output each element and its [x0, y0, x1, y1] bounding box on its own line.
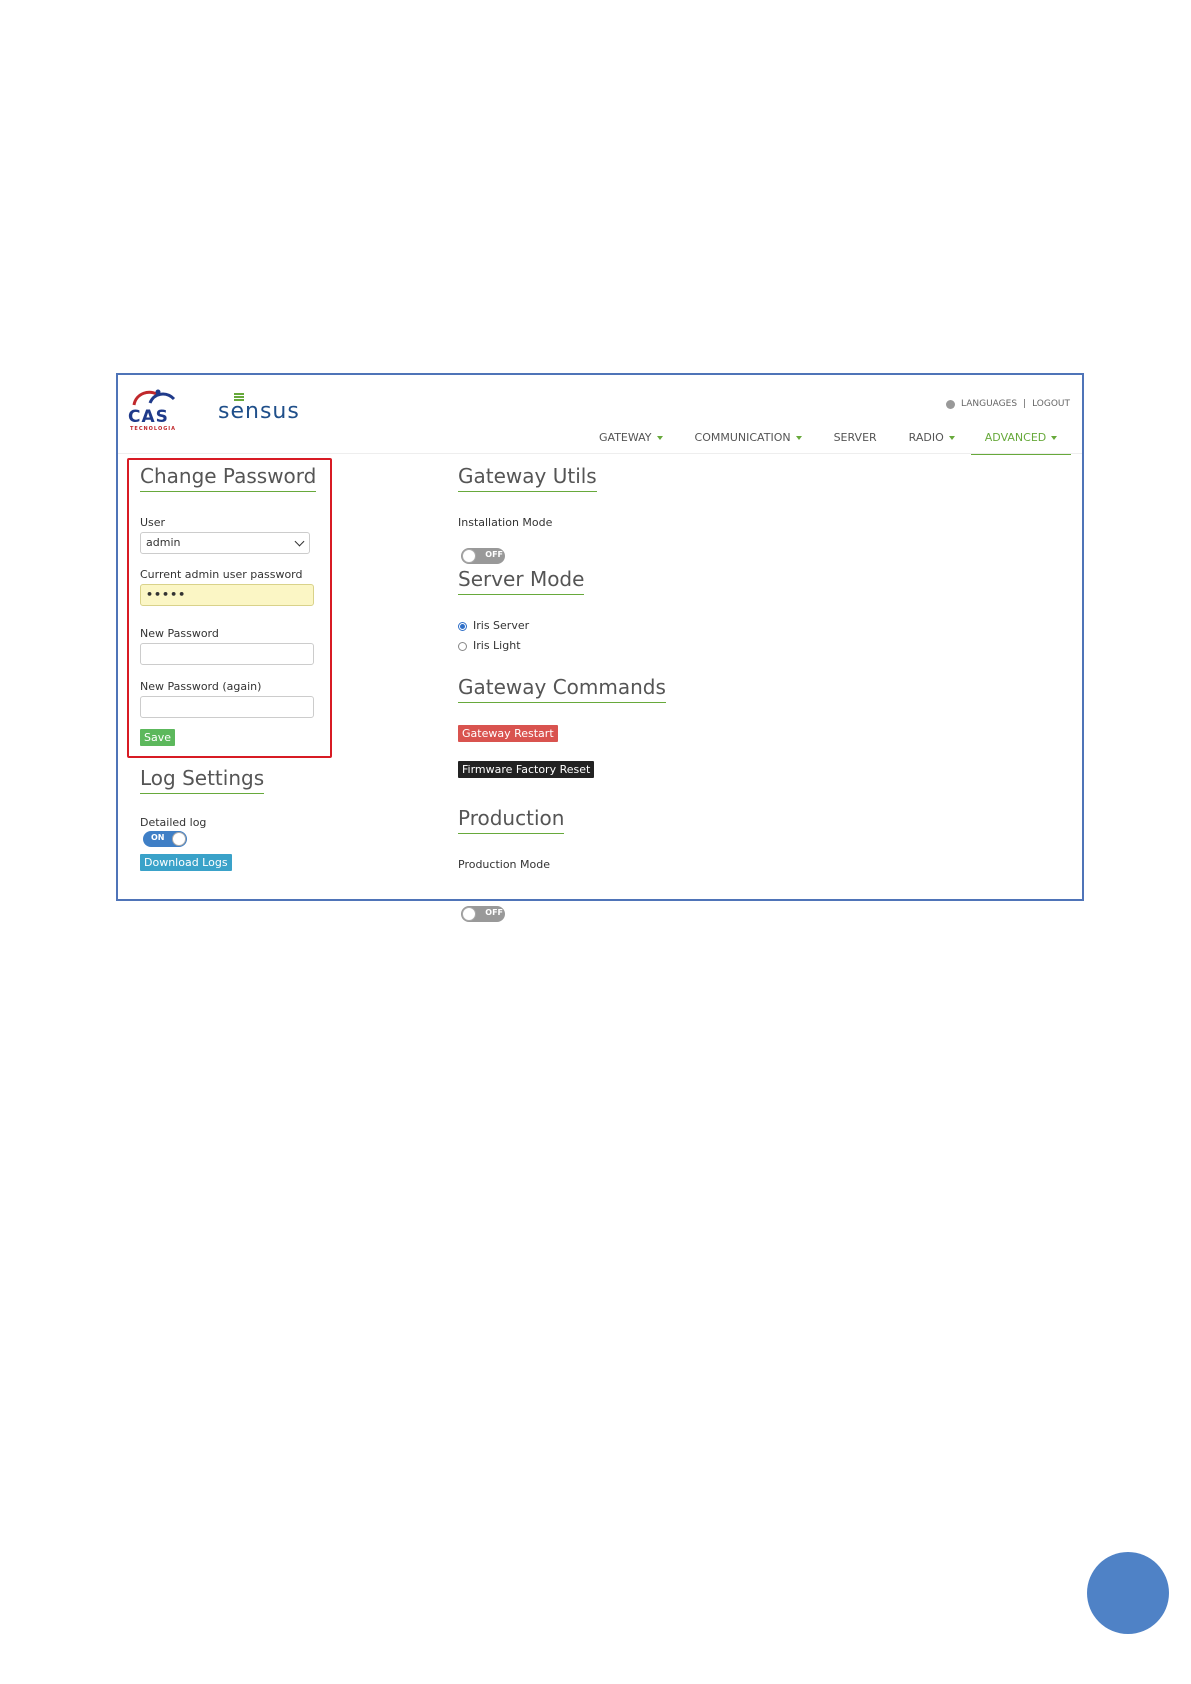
cas-logo-subtext: TECNOLOGIA	[130, 426, 177, 432]
installation-mode-label: Installation Mode	[458, 516, 553, 529]
globe-icon	[945, 399, 955, 409]
nav-item-label: SERVER	[833, 431, 877, 444]
current-password-label: Current admin user password	[140, 568, 303, 581]
log-settings-title: Log Settings	[140, 766, 265, 794]
toggle-knob	[462, 549, 476, 563]
new-password-again-label: New Password (again)	[140, 680, 262, 693]
nav-item-label: RADIO	[908, 431, 944, 444]
sensus-bars-icon	[234, 393, 244, 402]
user-label: User	[140, 516, 166, 529]
gateway-restart-button[interactable]: Gateway Restart	[458, 725, 558, 742]
radio-checked-icon	[458, 621, 467, 631]
logout-link[interactable]: LOGOUT	[1032, 399, 1070, 409]
cas-logo: CAS TECNOLOGIA	[128, 387, 184, 433]
production-mode-toggle[interactable]: OFF	[461, 906, 505, 922]
top-links: LANGUAGES | LOGOUT	[945, 399, 1070, 409]
detailed-log-toggle[interactable]: ON	[143, 831, 187, 847]
link-separator: |	[1023, 399, 1027, 409]
nav-item-label: GATEWAY	[599, 431, 652, 444]
toggle-state: OFF	[485, 908, 503, 917]
radio-unchecked-icon	[458, 641, 467, 651]
toggle-state: ON	[151, 833, 165, 842]
radio-label: Iris Light	[473, 639, 521, 652]
caret-down-icon	[795, 436, 802, 440]
download-logs-button[interactable]: Download Logs	[140, 854, 232, 871]
radio-iris-server[interactable]: Iris Server	[458, 619, 529, 632]
nav-item-label: ADVANCED	[984, 431, 1047, 444]
cas-logo-text: CAS	[128, 407, 169, 427]
sensus-logo-text: sensus	[218, 399, 300, 424]
save-button[interactable]: Save	[140, 729, 176, 746]
page-indicator-dot	[1087, 1552, 1169, 1634]
nav-item-advanced[interactable]: ADVANCED	[970, 427, 1072, 455]
caret-down-icon	[656, 436, 663, 440]
nav-item-gateway[interactable]: GATEWAY	[583, 427, 679, 449]
factory-reset-button[interactable]: Firmware Factory Reset	[458, 761, 595, 778]
nav-item-radio[interactable]: RADIO	[893, 427, 971, 449]
new-password-field[interactable]	[140, 643, 314, 665]
nav-item-communication[interactable]: COMMUNICATION	[679, 427, 818, 449]
languages-link[interactable]: LANGUAGES	[961, 399, 1017, 409]
radio-iris-light[interactable]: Iris Light	[458, 639, 521, 652]
caret-down-icon	[948, 436, 955, 440]
nav-item-label: COMMUNICATION	[694, 431, 791, 444]
current-password-field[interactable]: •••••	[140, 584, 314, 606]
sensus-logo: sensus	[218, 393, 300, 424]
nav-divider	[118, 453, 1082, 454]
user-select[interactable]: admin	[140, 532, 310, 554]
toggle-knob	[172, 832, 186, 846]
production-title: Production	[458, 806, 565, 834]
nav-item-server[interactable]: SERVER	[818, 427, 893, 449]
gateway-utils-title: Gateway Utils	[458, 464, 597, 492]
production-mode-label: Production Mode	[458, 858, 550, 871]
caret-down-icon	[1051, 436, 1058, 440]
main-nav: GATEWAY COMMUNICATION SERVER RADIO ADVAN…	[583, 427, 1072, 455]
radio-label: Iris Server	[473, 619, 530, 632]
toggle-state: OFF	[485, 550, 503, 559]
app-screenshot-frame: CAS TECNOLOGIA sensus LANGUAGES | LOGOUT…	[116, 373, 1084, 922]
server-mode-title: Server Mode	[458, 567, 585, 595]
new-password-label: New Password	[140, 627, 219, 640]
chevron-down-icon	[294, 536, 305, 547]
toggle-knob	[462, 907, 476, 921]
change-password-title: Change Password	[140, 464, 317, 492]
installation-mode-toggle[interactable]: OFF	[461, 548, 505, 564]
detailed-log-label: Detailed log	[140, 816, 207, 829]
new-password-again-field[interactable]	[140, 696, 314, 718]
cas-swirl-icon	[132, 389, 176, 406]
user-select-value: admin	[146, 536, 181, 549]
gateway-commands-title: Gateway Commands	[458, 675, 666, 703]
